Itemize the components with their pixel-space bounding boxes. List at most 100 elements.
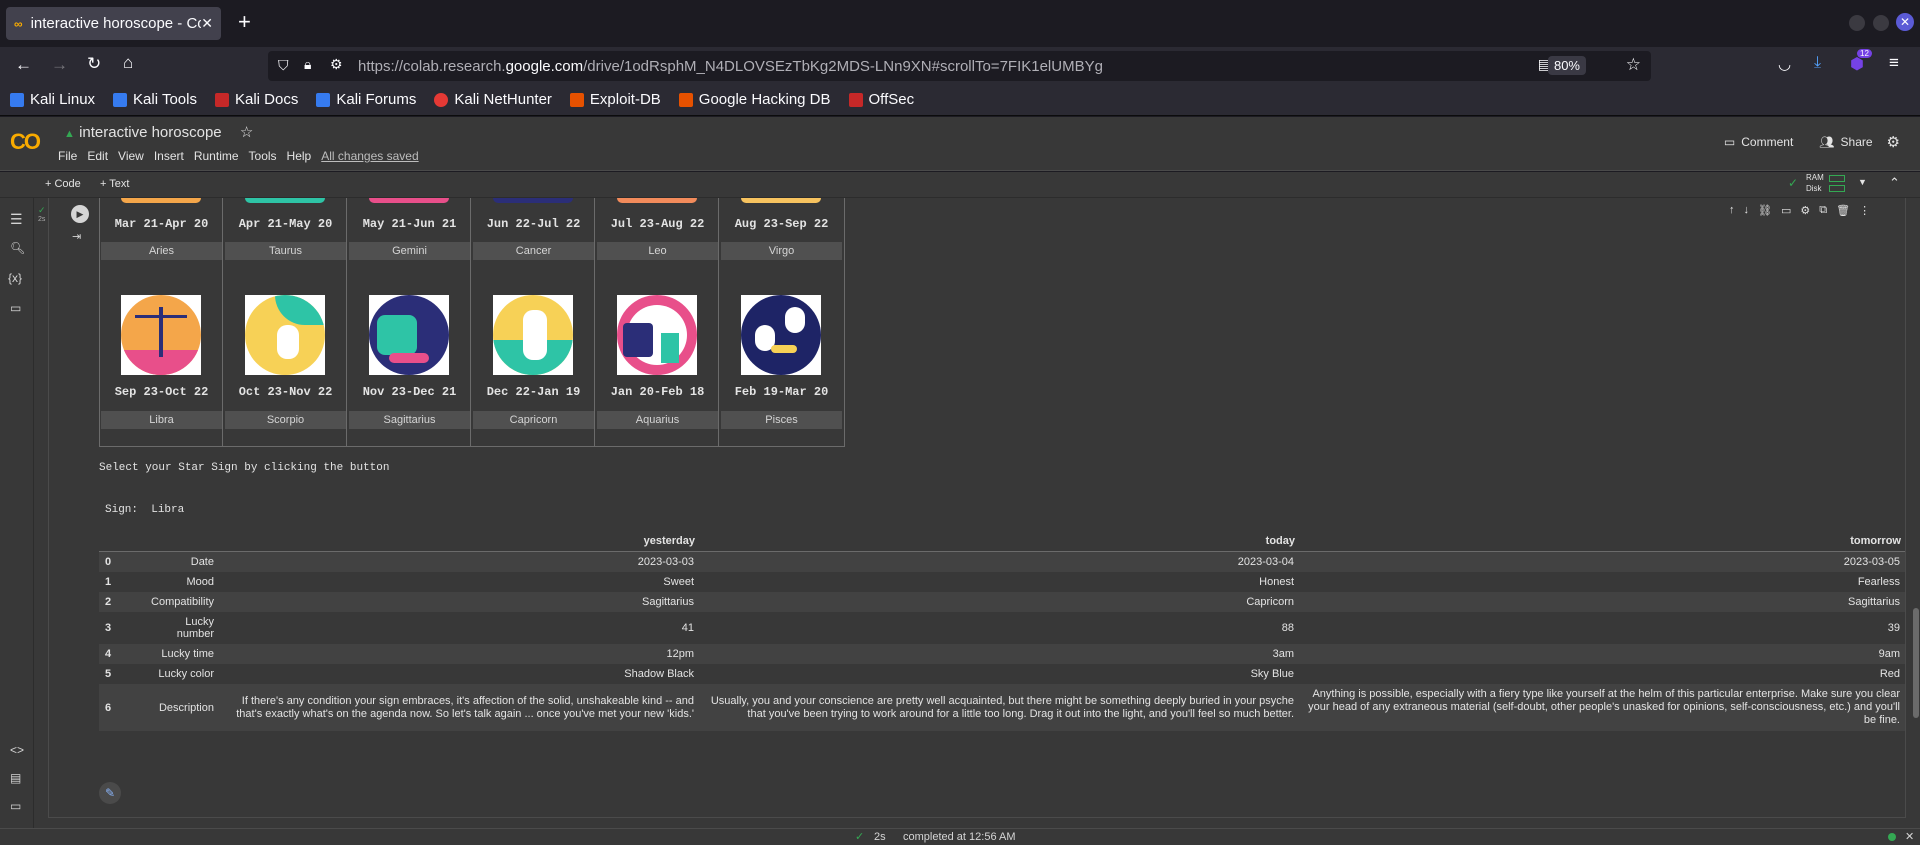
header-tomorrow: tomorrow	[1299, 531, 1905, 552]
header-actions: ▭ Comment 👥︎ Share ⚙	[1724, 133, 1900, 151]
search-icon[interactable]: 🔍︎	[10, 241, 25, 255]
table-row: 5 Lucky color Shadow Black Sky Blue Red	[105, 668, 1900, 680]
zodiac-button-gemini[interactable]: May 21-Jun 21 Gemini	[348, 198, 471, 268]
zodiac-button-scorpio[interactable]: Oct 23-Nov 22 Scorpio	[224, 268, 347, 446]
menu-view[interactable]: View	[118, 149, 144, 163]
scrollbar-thumb[interactable]	[1913, 608, 1919, 718]
new-tab-icon[interactable]: +	[238, 9, 251, 35]
header-today: today	[699, 531, 1299, 552]
run-cell-button[interactable]: ▶	[71, 205, 89, 223]
zodiac-button-aquarius[interactable]: Jan 20-Feb 18 Aquarius	[596, 268, 719, 446]
header-cell	[99, 531, 119, 552]
shield-icon[interactable]: ⛉	[278, 57, 289, 74]
colab-logo[interactable]: CO	[10, 129, 41, 155]
generate-code-wand-icon[interactable]: ✎	[99, 782, 121, 804]
ram-meter[interactable]	[1829, 175, 1845, 182]
zodiac-button-aries[interactable]: Mar 21-Apr 20 Aries	[100, 198, 223, 268]
kali-dragon-icon	[10, 92, 24, 107]
add-text-button[interactable]: + Text	[100, 178, 129, 190]
reload-icon[interactable]: ↻	[87, 54, 101, 74]
connected-check-icon: ✓	[1788, 176, 1799, 190]
zodiac-button-leo[interactable]: Jul 23-Aug 22 Leo	[596, 198, 719, 268]
move-up-icon[interactable]: ↑	[1729, 204, 1735, 217]
bookmark-kali-tools[interactable]: Kali Tools	[113, 91, 197, 108]
back-icon[interactable]: ←	[15, 55, 32, 75]
add-code-button[interactable]: + Code	[45, 178, 81, 190]
forward-icon[interactable]: →	[51, 55, 68, 75]
url-bar[interactable]: ⛉ 🔒︎ ⚙ https://colab.research.google.com…	[268, 51, 1651, 81]
permissions-icon[interactable]: ⚙	[330, 56, 343, 73]
bookmark-offsec[interactable]: OffSec	[848, 91, 914, 108]
runtime-dropdown-icon[interactable]: ▼	[1858, 177, 1867, 187]
comment-button[interactable]: Comment	[1741, 135, 1793, 149]
link-icon[interactable]: ⛓	[1758, 204, 1772, 217]
zodiac-button-virgo[interactable]: Aug 23-Sep 22 Virgo	[720, 198, 843, 268]
gemini-image	[369, 198, 449, 203]
table-of-contents-icon[interactable]: ☰	[10, 211, 23, 228]
virgo-image	[741, 198, 821, 203]
kali-forums-icon	[316, 92, 331, 107]
browser-tab[interactable]: ∞ interactive horoscope - Co ✕	[6, 7, 221, 40]
variables-icon[interactable]: {x}	[8, 271, 22, 285]
zodiac-button-pisces[interactable]: Feb 19-Mar 20 Pisces	[720, 268, 843, 446]
zodiac-button-cancer[interactable]: Jun 22-Jul 22 Cancer	[472, 198, 595, 268]
settings-gear-icon[interactable]: ⚙	[1887, 133, 1900, 151]
clear-output-icon[interactable]: ⇥	[72, 230, 81, 243]
comment-cell-icon[interactable]: ▭	[1781, 204, 1791, 217]
mirror-cell-icon[interactable]: ⧉	[1819, 204, 1827, 217]
exploit-db-icon	[569, 92, 584, 107]
files-icon[interactable]: ▭	[10, 301, 21, 315]
zoom-level[interactable]: 80%	[1547, 56, 1586, 75]
zodiac-button-taurus[interactable]: Apr 21-May 20 Taurus	[224, 198, 347, 268]
move-down-icon[interactable]: ↓	[1744, 204, 1750, 217]
downloads-icon[interactable]: ⤓	[1814, 54, 1821, 72]
bookmark-star-icon[interactable]: ☆	[1626, 55, 1641, 75]
bookmark-google-hacking-db[interactable]: Google Hacking DB	[678, 91, 831, 108]
menu-bar: File Edit View Insert Runtime Tools Help…	[58, 149, 429, 163]
bookmark-kali-linux[interactable]: Kali Linux	[10, 91, 95, 108]
bookmark-kali-nethunter[interactable]: Kali NetHunter	[434, 91, 552, 108]
bookmark-kali-forums[interactable]: Kali Forums	[316, 91, 416, 108]
menu-insert[interactable]: Insert	[154, 149, 184, 163]
collapse-header-icon[interactable]: ⌃	[1889, 175, 1900, 191]
delete-cell-icon[interactable]: 🗑︎	[1836, 204, 1850, 217]
menu-file[interactable]: File	[58, 149, 77, 163]
close-window-icon[interactable]: ✕	[1896, 13, 1914, 31]
terminal-icon[interactable]: ▭	[10, 799, 21, 813]
status-message[interactable]: completed at 12:56 AM	[903, 831, 1016, 843]
share-button[interactable]: Share	[1841, 135, 1873, 149]
capricorn-image	[493, 295, 573, 375]
zodiac-button-capricorn[interactable]: Dec 22-Jan 19 Capricorn	[472, 268, 595, 446]
bookmark-kali-docs[interactable]: Kali Docs	[214, 91, 298, 108]
maximize-window-icon[interactable]	[1873, 15, 1889, 31]
bookmarks-bar: Kali Linux Kali Tools Kali Docs Kali For…	[0, 84, 1920, 116]
more-options-icon[interactable]: ⋮	[1859, 204, 1870, 217]
zodiac-button-libra[interactable]: Sep 23-Oct 22 Libra	[100, 268, 223, 446]
menu-edit[interactable]: Edit	[87, 149, 108, 163]
close-status-icon[interactable]: ✕	[1905, 830, 1914, 843]
star-icon[interactable]: ☆	[240, 124, 253, 141]
menu-help[interactable]: Help	[287, 149, 312, 163]
notebook-content: ✓ 2s ▶ ⇥ ↑ ↓ ⛓ ▭ ⚙ ⧉ 🗑︎ ⋮ Mar 21-Apr 20 …	[34, 198, 1920, 828]
lock-icon[interactable]: 🔒︎	[304, 56, 311, 73]
menu-runtime[interactable]: Runtime	[194, 149, 239, 163]
home-icon[interactable]: ⌂	[123, 53, 133, 73]
disk-meter[interactable]	[1829, 185, 1845, 192]
zodiac-button-sagittarius[interactable]: Nov 23-Dec 21 Sagittarius	[348, 268, 471, 446]
command-palette-icon[interactable]: ▤	[10, 771, 21, 785]
cell-settings-icon[interactable]: ⚙	[1800, 204, 1810, 217]
sagittarius-image	[369, 295, 449, 375]
code-cell-output: ▶ ⇥ ↑ ↓ ⛓ ▭ ⚙ ⧉ 🗑︎ ⋮ Mar 21-Apr 20 Aries…	[48, 198, 1906, 818]
left-sidebar: ☰ 🔍︎ {x} ▭ <> ▤ ▭	[0, 198, 34, 828]
save-status[interactable]: All changes saved	[321, 149, 418, 163]
vertical-scrollbar[interactable]	[1912, 198, 1920, 828]
pocket-icon[interactable]: ◡	[1778, 55, 1791, 73]
close-tab-icon[interactable]: ✕	[201, 15, 213, 32]
notebook-title[interactable]: interactive horoscope	[79, 124, 222, 141]
minimize-window-icon[interactable]	[1849, 15, 1865, 31]
menu-tools[interactable]: Tools	[249, 149, 277, 163]
horoscope-table: yesterday today tomorrow 0 Date 2023-03-…	[99, 531, 1905, 731]
code-snippets-icon[interactable]: <>	[10, 743, 24, 757]
app-menu-icon[interactable]: ≡	[1889, 53, 1899, 73]
bookmark-exploit-db[interactable]: Exploit-DB	[569, 91, 661, 108]
